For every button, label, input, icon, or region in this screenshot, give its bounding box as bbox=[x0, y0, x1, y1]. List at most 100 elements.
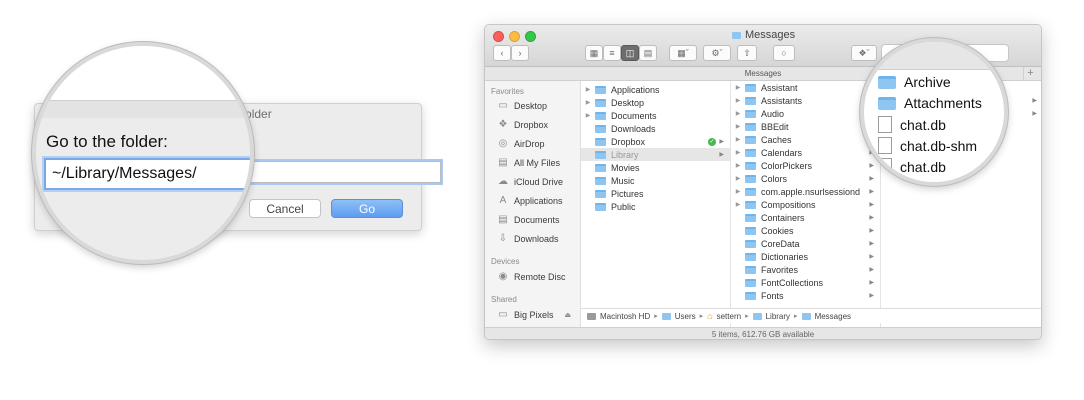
chevron-right-icon: ▸ bbox=[699, 313, 704, 320]
folder-icon bbox=[732, 31, 741, 39]
folder-icon bbox=[801, 312, 811, 320]
list-item-selected[interactable]: Library ▶ bbox=[581, 148, 730, 161]
chevron-right-icon: ▶ bbox=[869, 176, 874, 182]
share-button[interactable]: ⇧ bbox=[737, 45, 757, 61]
sidebar-item-applications[interactable]: A Applications bbox=[497, 195, 563, 207]
path-item-settern[interactable]: settern bbox=[717, 312, 741, 321]
chevron-right-icon: ▸ bbox=[745, 313, 749, 320]
list-item[interactable]: chat.db bbox=[878, 158, 946, 175]
list-item[interactable]: ▶ Desktop bbox=[581, 96, 730, 109]
list-item[interactable]: ▶ com.apple.nsurlsessiond ▶ bbox=[731, 185, 880, 198]
column-view-button[interactable]: ◫ bbox=[621, 45, 639, 61]
back-button[interactable]: ‹ bbox=[493, 45, 511, 61]
list-item[interactable]: Public bbox=[581, 200, 730, 213]
icon-view-button[interactable]: ▦ bbox=[585, 45, 603, 61]
list-item[interactable]: Movies bbox=[581, 161, 730, 174]
finder-sidebar: Favorites ▭ Desktop ❖ Dropbox ◎ AirDrop ▤ Al… bbox=[485, 81, 581, 327]
list-item[interactable]: ▶ Documents bbox=[581, 109, 730, 122]
sidebar-item-big-pixels[interactable]: ▭ Big Pixels ⏏ bbox=[497, 310, 572, 321]
path-bar: Macintosh HD ▸ Users ▸ ⌂ settern ▸ Libra… bbox=[581, 308, 1041, 323]
finder-column-home: ▶ Applications ▶ Desktop ▶ Documents Downlo… bbox=[581, 81, 731, 327]
chevron-right-icon: ▶ bbox=[735, 85, 741, 91]
chevron-right-icon: ▶ bbox=[735, 163, 741, 169]
chevron-right-icon: ▶ bbox=[869, 215, 874, 221]
folder-label: Go to the folder: bbox=[46, 132, 168, 151]
list-item[interactable]: Fonts ▶ bbox=[731, 289, 880, 302]
chevron-right-icon: ▶ bbox=[869, 293, 874, 299]
finder-magnifier: Archive Attachments chat.db chat.db-shm … bbox=[860, 38, 1008, 186]
list-item[interactable]: ▶Audio▶ bbox=[731, 107, 880, 120]
tags-button[interactable]: ○ bbox=[773, 45, 795, 61]
minimize-button[interactable] bbox=[509, 31, 520, 42]
chevron-right-icon: ▸ bbox=[794, 313, 798, 320]
path-item-library[interactable]: Library bbox=[766, 312, 790, 321]
document-icon bbox=[878, 158, 892, 175]
path-item-messages[interactable]: Messages bbox=[815, 312, 851, 321]
action-button[interactable]: ⚙ˇ bbox=[703, 45, 731, 61]
forward-button[interactable]: › bbox=[511, 45, 529, 61]
columns-icon: ◫ bbox=[625, 47, 635, 58]
list-item[interactable]: Containers ▶ bbox=[731, 211, 880, 224]
cloud-icon: ☁ bbox=[498, 176, 508, 187]
list-item[interactable]: ▶Assistant▶ bbox=[731, 81, 880, 94]
sidebar-item-documents[interactable]: ▤ Documents bbox=[497, 215, 559, 226]
applications-icon: A bbox=[499, 195, 507, 206]
list-item[interactable]: Favorites ▶ bbox=[731, 263, 880, 276]
eject-icon[interactable]: ⏏ bbox=[565, 311, 572, 319]
list-item[interactable]: Music bbox=[581, 174, 730, 187]
status-bar: 5 items, 612.76 GB available bbox=[485, 327, 1041, 339]
list-item[interactable]: ▶BBEdit▶ bbox=[731, 120, 880, 133]
sidebar-item-dropbox[interactable]: ❖ Dropbox bbox=[497, 120, 549, 131]
sidebar-item-airdrop[interactable]: ◎ AirDrop bbox=[497, 139, 545, 150]
add-tab-button[interactable]: + bbox=[1023, 67, 1037, 81]
folder-icon bbox=[745, 252, 756, 261]
hard-drive-icon bbox=[587, 312, 596, 320]
list-item[interactable]: ▶Caches▶ bbox=[731, 133, 880, 146]
cover-flow-button[interactable]: ▤ bbox=[639, 45, 657, 61]
folder-icon bbox=[595, 98, 606, 107]
path-item-macintosh-hd[interactable]: Macintosh HD bbox=[600, 312, 650, 321]
folder-icon bbox=[745, 291, 756, 300]
sidebar-item-all-my-files[interactable]: ▤ All My Files bbox=[497, 158, 560, 169]
zoom-button[interactable] bbox=[525, 31, 536, 42]
list-item[interactable]: chat.db bbox=[878, 116, 946, 133]
list-item[interactable]: Attachments bbox=[878, 95, 982, 111]
chevron-right-icon: ▶ bbox=[735, 189, 741, 195]
folder-icon bbox=[595, 124, 606, 133]
chevron-right-icon: ▶ bbox=[735, 124, 741, 130]
list-item[interactable]: FontCollections ▶ bbox=[731, 276, 880, 289]
sidebar-item-desktop[interactable]: ▭ Desktop bbox=[497, 101, 547, 112]
list-item[interactable]: CoreData ▶ bbox=[731, 237, 880, 250]
folder-icon bbox=[595, 163, 606, 172]
chevron-right-icon: ▶ bbox=[869, 202, 874, 208]
sidebar-item-icloud-drive[interactable]: ☁ iCloud Drive bbox=[497, 176, 563, 188]
arrange-button[interactable]: ▦ˇ bbox=[669, 45, 697, 61]
sidebar-item-remote-disc[interactable]: ◉ Remote Disc bbox=[497, 272, 566, 283]
arrange-icon: ▦ˇ bbox=[677, 47, 689, 58]
list-item[interactable]: ▶ Applications bbox=[581, 83, 730, 96]
list-item[interactable]: ▶ ColorPickers ▶ bbox=[731, 159, 880, 172]
home-icon: ⌂ bbox=[707, 311, 713, 321]
list-item[interactable]: Cookies ▶ bbox=[731, 224, 880, 237]
list-item[interactable]: Archive bbox=[878, 74, 951, 90]
list-view-button[interactable]: ≡ bbox=[603, 45, 621, 61]
list-item[interactable]: Dropbox ✓ ▶ bbox=[581, 135, 730, 148]
go-button[interactable]: Go bbox=[331, 199, 403, 218]
folder-icon bbox=[745, 161, 756, 170]
sidebar-header-devices: Devices bbox=[491, 257, 520, 266]
chevron-right-icon: ▶ bbox=[735, 98, 741, 104]
sidebar-item-downloads[interactable]: ⇩ Downloads bbox=[497, 234, 559, 245]
cancel-button[interactable]: Cancel bbox=[249, 199, 321, 218]
list-item[interactable]: ▶ Colors ▶ bbox=[731, 172, 880, 185]
list-item[interactable]: ▶ Compositions ▶ bbox=[731, 198, 880, 211]
list-item[interactable]: Downloads bbox=[581, 122, 730, 135]
list-item[interactable]: chat.db-shm bbox=[878, 137, 977, 154]
folder-path-input[interactable]: ~/Library/Messages/ bbox=[44, 158, 250, 190]
list-item[interactable]: ▶Assistants▶ bbox=[731, 94, 880, 107]
path-item-users[interactable]: Users bbox=[675, 312, 696, 321]
close-button[interactable] bbox=[493, 31, 504, 42]
list-item[interactable]: Dictionaries ▶ bbox=[731, 250, 880, 263]
list-item[interactable]: Pictures bbox=[581, 187, 730, 200]
folder-icon bbox=[745, 122, 756, 131]
list-item[interactable]: ▶Calendars▶ bbox=[731, 146, 880, 159]
